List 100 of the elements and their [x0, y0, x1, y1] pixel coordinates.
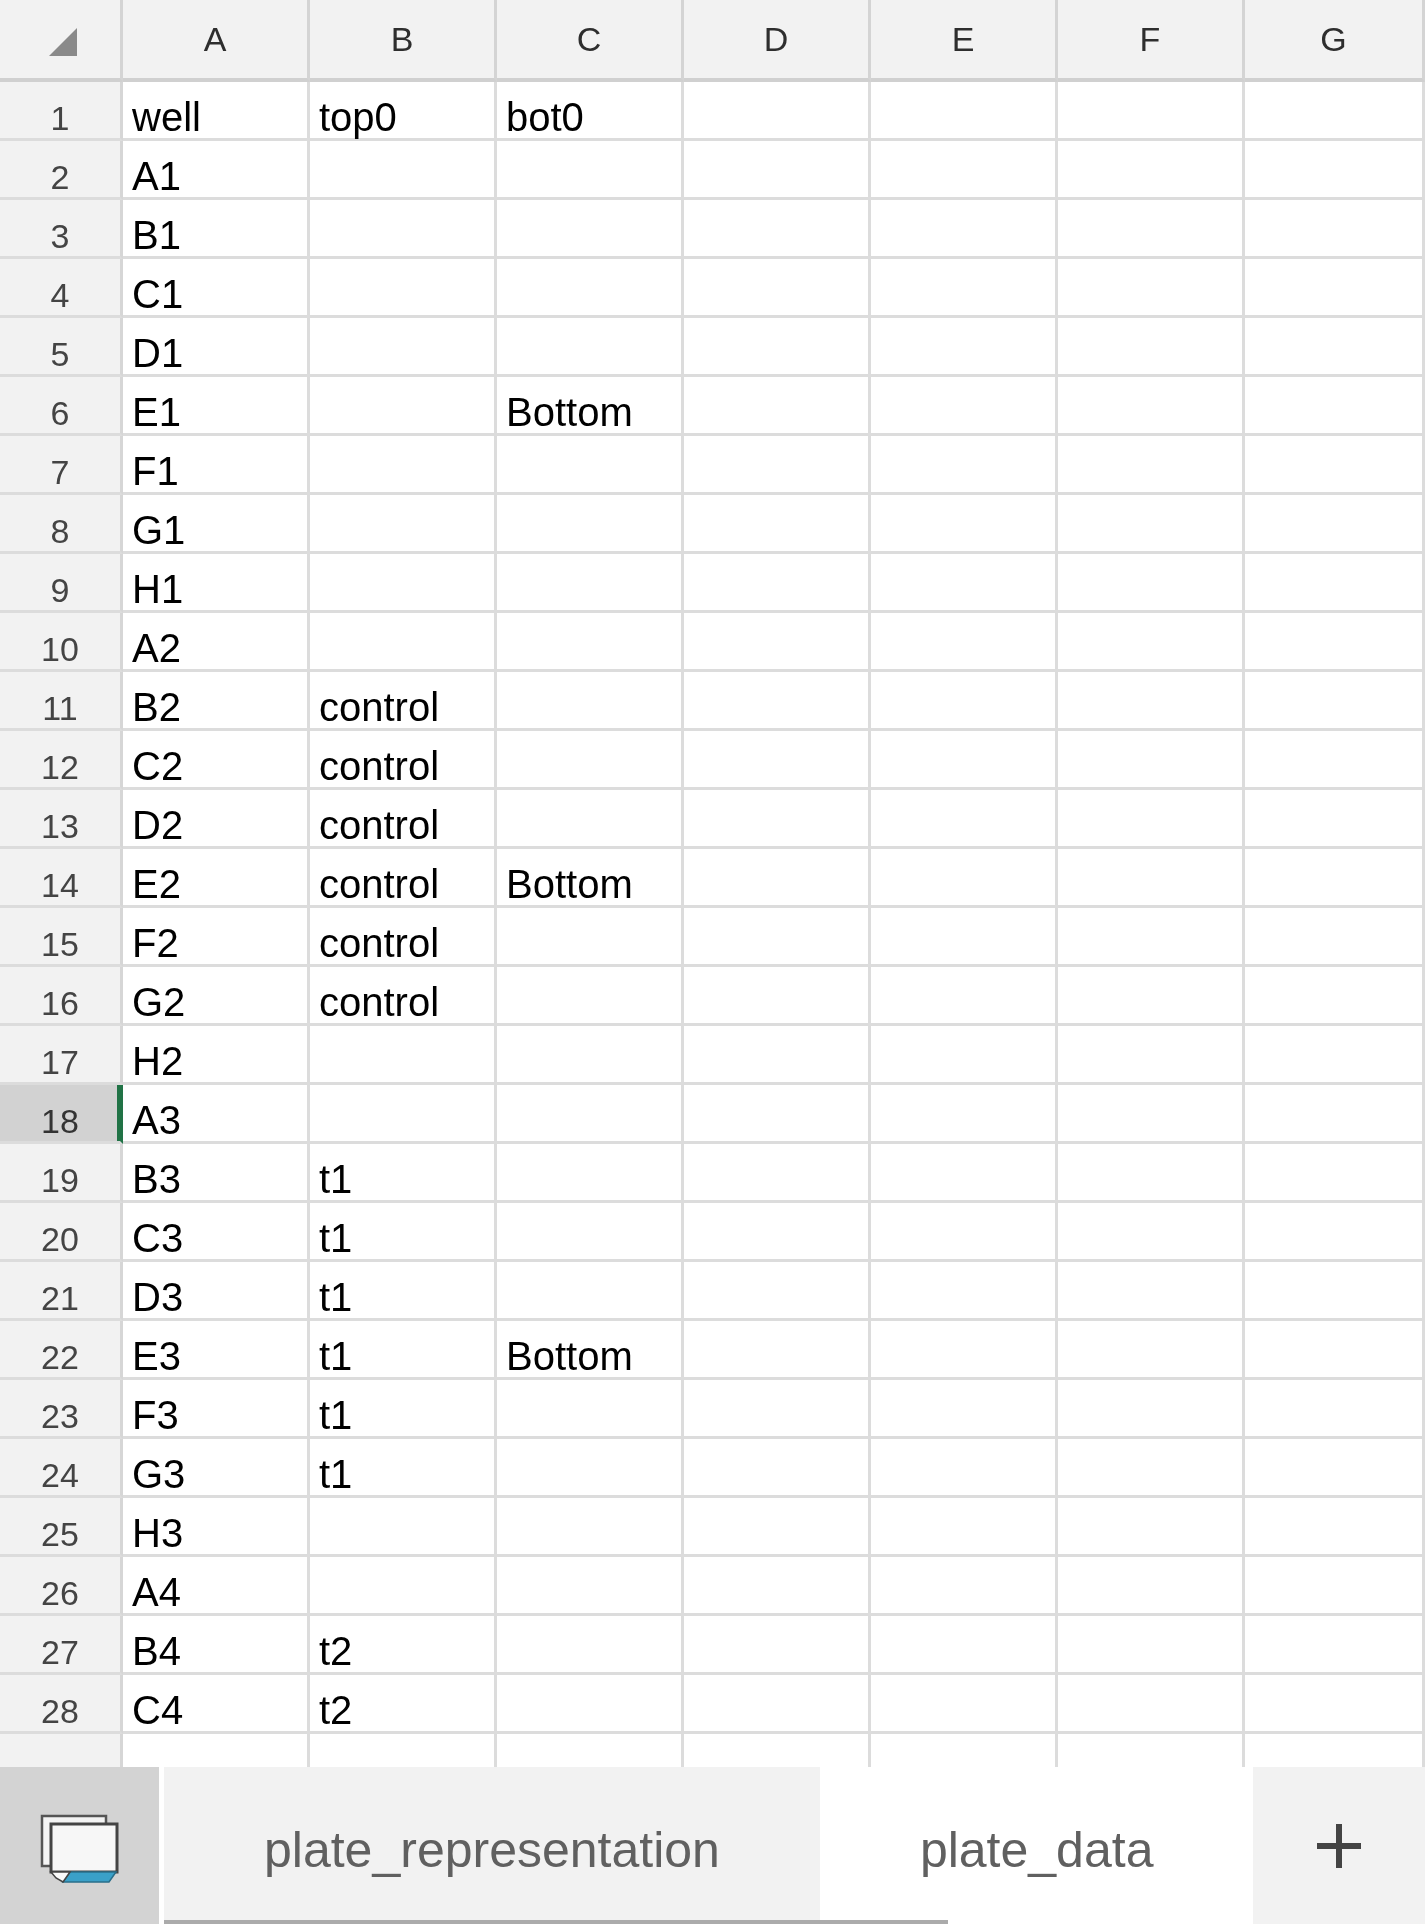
spreadsheet-cell[interactable]: [1058, 141, 1245, 200]
spreadsheet-cell[interactable]: [1058, 82, 1245, 141]
row-header[interactable]: 22: [0, 1321, 123, 1380]
row-header[interactable]: 17: [0, 1026, 123, 1085]
spreadsheet-cell[interactable]: t1: [310, 1380, 497, 1439]
spreadsheet-cell[interactable]: [1245, 967, 1425, 1026]
row-header[interactable]: 18: [0, 1085, 123, 1144]
spreadsheet-cell[interactable]: [684, 790, 871, 849]
spreadsheet-cell[interactable]: [1245, 259, 1425, 318]
spreadsheet-cell[interactable]: [1058, 1498, 1245, 1557]
spreadsheet-cell[interactable]: [871, 377, 1058, 436]
row-header[interactable]: 12: [0, 731, 123, 790]
spreadsheet-cell[interactable]: [871, 554, 1058, 613]
spreadsheet-cell[interactable]: [871, 731, 1058, 790]
spreadsheet-cell[interactable]: [684, 554, 871, 613]
spreadsheet-cell[interactable]: [684, 200, 871, 259]
spreadsheet-cell[interactable]: E1: [123, 377, 310, 436]
spreadsheet-cell[interactable]: [1058, 1321, 1245, 1380]
row-header[interactable]: 28: [0, 1675, 123, 1734]
row-header[interactable]: 13: [0, 790, 123, 849]
spreadsheet-cell[interactable]: [684, 82, 871, 141]
spreadsheet-cell[interactable]: [497, 259, 684, 318]
spreadsheet-cell[interactable]: [497, 141, 684, 200]
spreadsheet-cell[interactable]: [1245, 1262, 1425, 1321]
spreadsheet-cell[interactable]: [871, 495, 1058, 554]
spreadsheet-cell[interactable]: [1245, 141, 1425, 200]
spreadsheet-cell[interactable]: [684, 436, 871, 495]
spreadsheet-cell[interactable]: [1245, 1557, 1425, 1616]
spreadsheet-cell[interactable]: [497, 672, 684, 731]
spreadsheet-cell[interactable]: t1: [310, 1262, 497, 1321]
spreadsheet-cell[interactable]: control: [310, 672, 497, 731]
spreadsheet-cell[interactable]: D1: [123, 318, 310, 377]
spreadsheet-cell[interactable]: [1058, 967, 1245, 1026]
spreadsheet-cell[interactable]: control: [310, 790, 497, 849]
spreadsheet-cell[interactable]: [871, 1439, 1058, 1498]
spreadsheet-cell[interactable]: t2: [310, 1675, 497, 1734]
row-header[interactable]: 10: [0, 613, 123, 672]
spreadsheet-cell[interactable]: [684, 1026, 871, 1085]
spreadsheet-cell[interactable]: [1245, 436, 1425, 495]
spreadsheet-cell[interactable]: B3: [123, 1144, 310, 1203]
spreadsheet-cell[interactable]: [871, 200, 1058, 259]
spreadsheet-cell[interactable]: [871, 1498, 1058, 1557]
spreadsheet-cell[interactable]: [497, 1675, 684, 1734]
spreadsheet-cell[interactable]: [1245, 554, 1425, 613]
spreadsheet-cell[interactable]: [684, 318, 871, 377]
spreadsheet-cell[interactable]: [1058, 377, 1245, 436]
row-header[interactable]: 23: [0, 1380, 123, 1439]
spreadsheet-cell[interactable]: [1245, 1321, 1425, 1380]
spreadsheet-cell[interactable]: [684, 1262, 871, 1321]
spreadsheet-cell[interactable]: [1245, 200, 1425, 259]
spreadsheet-cell[interactable]: [871, 1262, 1058, 1321]
spreadsheet-cell[interactable]: [1245, 1026, 1425, 1085]
spreadsheet-cell[interactable]: A2: [123, 613, 310, 672]
spreadsheet-cell[interactable]: [1245, 1616, 1425, 1675]
spreadsheet-cell[interactable]: [684, 141, 871, 200]
add-sheet-button[interactable]: [1253, 1767, 1425, 1924]
spreadsheet-cell[interactable]: [497, 1498, 684, 1557]
spreadsheet-cell[interactable]: [871, 1203, 1058, 1262]
spreadsheet-cell[interactable]: [1245, 1380, 1425, 1439]
spreadsheet-cell[interactable]: [1058, 1380, 1245, 1439]
row-header[interactable]: 27: [0, 1616, 123, 1675]
spreadsheet-cell[interactable]: [310, 1085, 497, 1144]
spreadsheet-cell[interactable]: [310, 1026, 497, 1085]
spreadsheet-cell[interactable]: D2: [123, 790, 310, 849]
spreadsheet-cell[interactable]: [497, 1085, 684, 1144]
spreadsheet-cell[interactable]: [497, 554, 684, 613]
spreadsheet-cell[interactable]: [1058, 849, 1245, 908]
spreadsheet-cell[interactable]: [1058, 908, 1245, 967]
spreadsheet-cell[interactable]: [497, 967, 684, 1026]
spreadsheet-cell[interactable]: B4: [123, 1616, 310, 1675]
spreadsheet-cell[interactable]: [497, 436, 684, 495]
spreadsheet-cell[interactable]: [1245, 1085, 1425, 1144]
spreadsheet-cell[interactable]: [497, 1026, 684, 1085]
row-header[interactable]: 1: [0, 82, 123, 141]
spreadsheet-cell[interactable]: [1058, 495, 1245, 554]
spreadsheet-cell[interactable]: E2: [123, 849, 310, 908]
spreadsheet-cell[interactable]: control: [310, 731, 497, 790]
spreadsheet-cell[interactable]: B1: [123, 200, 310, 259]
spreadsheet-cell[interactable]: G3: [123, 1439, 310, 1498]
column-header[interactable]: F: [1058, 0, 1245, 82]
spreadsheet-cell[interactable]: [1058, 200, 1245, 259]
spreadsheet-cell[interactable]: bot0: [497, 82, 684, 141]
spreadsheet-cell[interactable]: [684, 908, 871, 967]
spreadsheet-cell[interactable]: F1: [123, 436, 310, 495]
row-header[interactable]: 21: [0, 1262, 123, 1321]
spreadsheet-cell[interactable]: [684, 377, 871, 436]
spreadsheet-cell[interactable]: [310, 436, 497, 495]
row-header[interactable]: 9: [0, 554, 123, 613]
spreadsheet-cell[interactable]: [684, 1498, 871, 1557]
spreadsheet-cell[interactable]: [684, 1085, 871, 1144]
spreadsheet-cell[interactable]: [871, 790, 1058, 849]
spreadsheet-cell[interactable]: [1058, 1557, 1245, 1616]
spreadsheet-cell[interactable]: [684, 1439, 871, 1498]
spreadsheet-cell[interactable]: control: [310, 849, 497, 908]
spreadsheet-cell[interactable]: [1058, 1675, 1245, 1734]
spreadsheet-cell[interactable]: [1245, 377, 1425, 436]
row-header[interactable]: 3: [0, 200, 123, 259]
row-header[interactable]: 19: [0, 1144, 123, 1203]
spreadsheet-cell[interactable]: [497, 790, 684, 849]
spreadsheet-cell[interactable]: C4: [123, 1675, 310, 1734]
